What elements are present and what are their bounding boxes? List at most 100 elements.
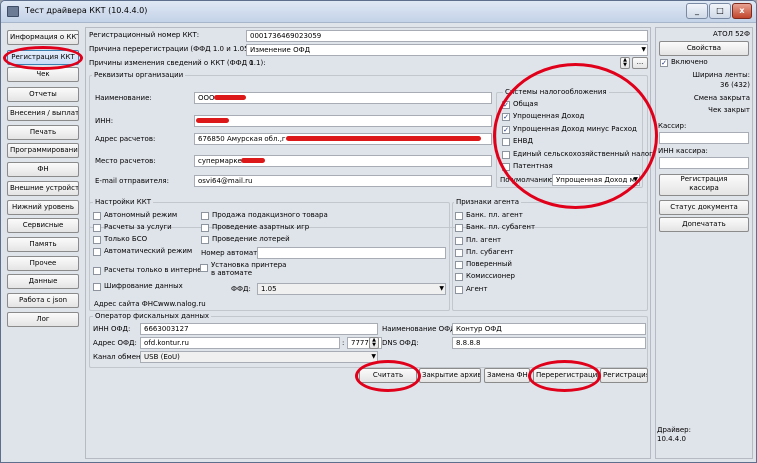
- org-place-label: Место расчетов:: [95, 157, 156, 165]
- change-reasons-more-button[interactable]: ...: [632, 57, 648, 69]
- sidebar-item[interactable]: Программирование: [7, 143, 79, 158]
- tax-option-checkbox[interactable]: ✓: [502, 101, 510, 109]
- ofd-dns-input[interactable]: 8.8.8.8: [452, 337, 646, 349]
- org-group-title: Реквизиты организации: [92, 71, 186, 80]
- agent-option-checkbox[interactable]: [455, 237, 463, 245]
- kkt-option-label: Проведение азартных игр: [212, 223, 310, 231]
- sidebar-item[interactable]: Нижний уровень: [7, 200, 79, 215]
- fns-site-label: Адрес сайта ФНС:: [94, 300, 161, 308]
- org-inn-label: ИНН:: [95, 117, 114, 125]
- org-address-label: Адрес расчетов:: [95, 135, 156, 143]
- kkt-settings-title: Настройки ККТ: [93, 198, 153, 207]
- cashier-input[interactable]: [659, 132, 749, 144]
- agent-option-checkbox[interactable]: [455, 286, 463, 294]
- ffd-select[interactable]: 1.05 ▼: [257, 283, 446, 295]
- ofd-inn-label: ИНН ОФД:: [93, 325, 131, 333]
- register-cashier-button[interactable]: Регистрация кассира: [659, 174, 749, 196]
- shift-status: Смена закрыта: [693, 94, 750, 102]
- kkt-option-checkbox[interactable]: [93, 236, 101, 244]
- cashier-inn-input[interactable]: [659, 157, 749, 169]
- ofd-name-input[interactable]: Контур ОФД: [452, 323, 646, 335]
- register-button[interactable]: Регистрация: [600, 368, 648, 383]
- tax-option-checkbox[interactable]: [502, 163, 510, 171]
- driver-version: 10.4.4.0: [657, 435, 686, 443]
- kkt-option-label: Расчеты только в интернет: [104, 266, 206, 274]
- ofd-port-spinner[interactable]: ▲ ▼: [369, 337, 379, 349]
- enabled-checkbox[interactable]: ✓: [660, 59, 668, 67]
- device-name: АТОЛ 52Ф: [713, 30, 750, 38]
- tax-group-title: Системы налогообложения: [503, 88, 609, 97]
- kkt-option-checkbox[interactable]: [201, 236, 209, 244]
- read-button[interactable]: Считать: [359, 368, 417, 383]
- sidebar-item[interactable]: Данные: [7, 274, 79, 289]
- spin-down-icon: ▼: [623, 62, 627, 68]
- kkt-option-checkbox[interactable]: [93, 283, 101, 291]
- change-reasons-spinner[interactable]: ▲ ▼: [620, 57, 630, 69]
- tax-option-label: Единый сельскохозяйственный налог: [513, 150, 653, 158]
- close-button[interactable]: x: [732, 3, 752, 19]
- reg-number-input[interactable]: 0001736469023059: [246, 30, 648, 42]
- close-archive-button[interactable]: Закрытие архива: [419, 368, 481, 383]
- doc-status-button[interactable]: Статус документа: [659, 200, 749, 215]
- ofd-inn-input[interactable]: 6663003127: [140, 323, 378, 335]
- sidebar-item[interactable]: Отчеты: [7, 87, 79, 102]
- maximize-button[interactable]: □: [709, 3, 731, 19]
- ffd-value: 1.05: [261, 285, 277, 293]
- org-inn-input[interactable]: [194, 115, 492, 127]
- agent-option-checkbox[interactable]: [455, 273, 463, 281]
- minimize-button[interactable]: _: [686, 3, 708, 19]
- ofd-channel-value: USB (EoU): [144, 353, 180, 361]
- sidebar-item[interactable]: Лог: [7, 312, 79, 327]
- kkt-option-checkbox[interactable]: [93, 212, 101, 220]
- main-panel: Регистрационный номер ККТ: 0001736469023…: [85, 27, 653, 459]
- agent-option-checkbox[interactable]: [455, 224, 463, 232]
- kkt-option-checkbox[interactable]: [201, 212, 209, 220]
- kkt-option-label: Проведение лотерей: [212, 235, 290, 243]
- printer-checkbox[interactable]: [200, 264, 208, 272]
- agent-option-checkbox[interactable]: [455, 249, 463, 257]
- tax-option-checkbox[interactable]: ✓: [502, 126, 510, 134]
- agent-option-label: Комиссионер: [466, 272, 515, 280]
- tax-option-checkbox[interactable]: [502, 151, 510, 159]
- reregister-button[interactable]: Перерегистрация: [533, 368, 598, 383]
- sidebar-item[interactable]: Регистрация ККТ: [7, 50, 79, 65]
- org-email-input[interactable]: osvi64@mail.ru: [194, 175, 492, 187]
- sidebar-item[interactable]: Сервисные: [7, 218, 79, 233]
- reprint-button[interactable]: Допечатать: [659, 217, 749, 232]
- sidebar-item[interactable]: ФН: [7, 162, 79, 177]
- sidebar-item[interactable]: Память: [7, 237, 79, 252]
- tax-option-checkbox[interactable]: ✓: [502, 113, 510, 121]
- ofd-address-label: Адрес ОФД:: [93, 339, 137, 347]
- automat-input[interactable]: [257, 247, 446, 259]
- agent-option-checkbox[interactable]: [455, 212, 463, 220]
- ofd-group-title: Оператор фискальных данных: [93, 312, 212, 321]
- agent-option-checkbox[interactable]: [455, 261, 463, 269]
- sidebar-item[interactable]: Информация о ККТ: [7, 30, 79, 45]
- sidebar-item[interactable]: Печать: [7, 125, 79, 140]
- sidebar-item[interactable]: Чек: [7, 67, 79, 82]
- ofd-address-input[interactable]: ofd.kontur.ru: [140, 337, 340, 349]
- properties-button[interactable]: Свойства: [659, 41, 749, 56]
- sidebar-item[interactable]: Прочее: [7, 256, 79, 271]
- agent-group-title: Признаки агента: [454, 198, 522, 207]
- tax-option-label: ЕНВД: [513, 137, 533, 145]
- ofd-name-label: Наименование ОФД:: [382, 325, 458, 333]
- tax-option-checkbox[interactable]: [502, 138, 510, 146]
- sidebar-item[interactable]: Внешние устройства: [7, 181, 79, 196]
- kkt-option-label: Автоматический режим: [104, 247, 193, 255]
- kkt-option-checkbox[interactable]: [93, 267, 101, 275]
- chevron-down-icon: ▼: [633, 176, 638, 183]
- title-bar: Тест драйвера ККТ (10.4.4.0) _ □ x: [1, 1, 756, 23]
- sidebar-item[interactable]: Работа с json: [7, 293, 79, 308]
- kkt-option-checkbox[interactable]: [201, 224, 209, 232]
- enabled-label: Включено: [671, 58, 708, 66]
- tax-default-select[interactable]: Упрощенная Доход м ▼: [552, 174, 640, 186]
- fns-site-value: www.nalog.ru: [158, 300, 206, 308]
- replace-fn-button[interactable]: Замена ФН: [484, 368, 530, 383]
- ofd-channel-select[interactable]: USB (EoU) ▼: [140, 351, 378, 363]
- kkt-option-checkbox[interactable]: [93, 248, 101, 256]
- rereg-reason-select[interactable]: Изменение ОФД ▼: [246, 44, 648, 56]
- sidebar-item[interactable]: Внесения / выплаты: [7, 106, 79, 121]
- kkt-option-checkbox[interactable]: [93, 224, 101, 232]
- org-place-input[interactable]: супермаркет: [194, 155, 492, 167]
